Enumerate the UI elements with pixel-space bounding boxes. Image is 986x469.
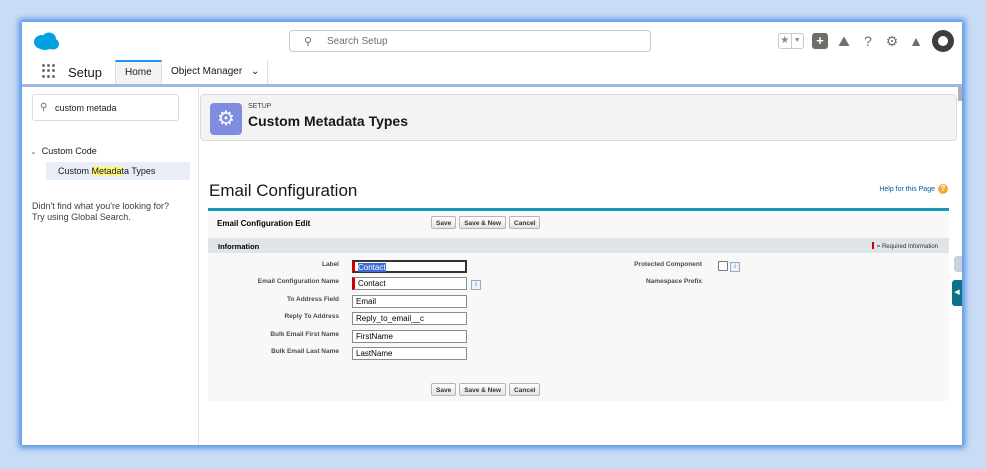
edit-block-title: Email Configuration Edit xyxy=(217,219,311,228)
namespace-prefix-label: Namespace Prefix xyxy=(645,278,702,285)
tree-group-custom-code[interactable]: ⌄ Custom Code xyxy=(30,146,97,156)
chevron-down-icon[interactable]: ⌄ xyxy=(251,66,259,77)
top-button-row: Save Save & New Cancel xyxy=(431,216,541,229)
help-icon: ? xyxy=(938,184,948,194)
trailhead-icon[interactable]: ⛰ xyxy=(836,33,852,49)
chevron-down-icon[interactable]: ⌄ xyxy=(30,147,37,156)
to-address-label: To Address Field xyxy=(286,296,339,303)
info-icon[interactable]: i xyxy=(471,280,481,290)
quick-find-input[interactable]: ⚲ custom metada xyxy=(32,94,179,121)
edit-block: Email Configuration Edit Save Save & New… xyxy=(208,208,949,401)
side-panel-tab[interactable] xyxy=(954,256,962,272)
reply-to-field[interactable]: Reply_to_email__c xyxy=(352,312,467,325)
settings-icon[interactable]: ⚙ xyxy=(884,33,900,49)
edit-block-header: Email Configuration Edit Save Save & New… xyxy=(208,211,949,235)
dropdown-icon[interactable]: ▼ xyxy=(790,34,804,48)
app-window: ⚲ Search Setup ★ ▼ + ⛰ ? ⚙ ▲ Setup Home O… xyxy=(22,22,962,445)
save-button[interactable]: Save xyxy=(431,216,457,229)
add-icon[interactable]: + xyxy=(812,33,828,49)
tab-object-manager-label: Object Manager xyxy=(171,66,243,77)
search-icon: ⚲ xyxy=(40,102,48,113)
app-name: Setup xyxy=(68,65,102,80)
star-icon[interactable]: ★ xyxy=(779,34,791,48)
avatar[interactable] xyxy=(932,30,954,52)
config-name-label: Email Configuration Name xyxy=(257,278,339,285)
to-address-value: Email xyxy=(356,297,377,306)
setup-sidebar: ⚲ custom metada ⌄ Custom Code Custom Meta… xyxy=(22,87,199,445)
sidebar-item-custom-metadata-types[interactable]: Custom Metadata Types xyxy=(46,162,190,180)
save-button[interactable]: Save xyxy=(431,383,457,396)
bottom-button-row: Save Save & New Cancel xyxy=(431,383,541,396)
app-launcher-icon[interactable] xyxy=(42,64,56,78)
page-title: Custom Metadata Types xyxy=(248,113,408,129)
required-legend: = Required Information xyxy=(872,242,938,250)
main-content: ⚙ SETUP Custom Metadata Types Email Conf… xyxy=(200,87,962,445)
bell-icon[interactable]: ▲ xyxy=(908,33,924,49)
settings-icon: ⚙ xyxy=(210,103,242,135)
config-name-field[interactable]: Contact xyxy=(352,277,467,290)
search-icon: ⚲ xyxy=(304,36,313,48)
reply-to-value: Reply_to_email__c xyxy=(356,314,425,323)
info-icon[interactable]: i xyxy=(730,262,740,272)
not-found-line-1: Didn't find what you're looking for? xyxy=(32,201,170,211)
search-match-highlight: Metada xyxy=(91,166,122,176)
search-placeholder: Search Setup xyxy=(327,36,388,47)
help-link[interactable]: Help for this Page ? xyxy=(879,184,948,194)
tab-home[interactable]: Home xyxy=(115,60,162,84)
last-name-field[interactable]: LastName xyxy=(352,347,467,360)
global-header: ⚲ Search Setup ★ ▼ + ⛰ ? ⚙ ▲ xyxy=(22,22,962,61)
tree-group-label: Custom Code xyxy=(41,146,97,156)
page-eyebrow: SETUP xyxy=(248,103,272,110)
scrollbar-thumb[interactable] xyxy=(958,87,962,101)
last-name-value: LastName xyxy=(356,349,393,358)
favorites-button[interactable]: ★ ▼ xyxy=(778,33,804,49)
quick-find-value: custom metada xyxy=(55,103,117,113)
tab-home-label: Home xyxy=(125,67,152,78)
label-field-value: Contact xyxy=(358,263,386,272)
help-link-label: Help for this Page xyxy=(879,185,935,193)
help-icon[interactable]: ? xyxy=(860,33,876,49)
save-new-button[interactable]: Save & New xyxy=(459,216,507,229)
protected-component-label: Protected Component xyxy=(634,261,702,268)
last-name-label: Bulk Email Last Name xyxy=(271,348,339,355)
cancel-button[interactable]: Cancel xyxy=(509,383,541,396)
to-address-field[interactable]: Email xyxy=(352,295,467,308)
record-title: Email Configuration xyxy=(209,181,358,200)
save-new-button[interactable]: Save & New xyxy=(459,383,507,396)
first-name-label: Bulk Email First Name xyxy=(270,331,339,338)
not-found-message: Didn't find what you're looking for? Try… xyxy=(32,201,192,223)
protected-component-checkbox[interactable] xyxy=(718,261,728,271)
label-field-label: Label xyxy=(322,261,339,268)
first-name-field[interactable]: FirstName xyxy=(352,330,467,343)
tab-object-manager[interactable]: Object Manager ⌄ xyxy=(163,60,269,84)
section-header: Information = Required Information xyxy=(208,238,949,253)
tree-item-text-before: Custom xyxy=(58,166,92,176)
config-name-value: Contact xyxy=(358,279,386,288)
cancel-button[interactable]: Cancel xyxy=(509,216,541,229)
cloud-logo-icon[interactable] xyxy=(32,31,60,51)
section-title: Information xyxy=(218,242,260,251)
chevron-left-icon: ◀ xyxy=(954,289,960,296)
app-nav-bar: Setup Home Object Manager ⌄ xyxy=(22,60,962,87)
not-found-line-2: Try using Global Search. xyxy=(32,212,131,222)
global-actions: ★ ▼ + ⛰ ? ⚙ ▲ xyxy=(778,30,954,52)
page-header: ⚙ SETUP Custom Metadata Types xyxy=(200,94,957,141)
tree-item-text-after: ta Types xyxy=(121,166,156,176)
reply-to-label: Reply To Address xyxy=(284,313,339,320)
global-search-input[interactable]: ⚲ Search Setup xyxy=(289,30,651,52)
label-field[interactable]: Contact xyxy=(352,260,467,273)
collapse-panel-button[interactable]: ◀ xyxy=(952,280,962,306)
first-name-value: FirstName xyxy=(356,332,393,341)
